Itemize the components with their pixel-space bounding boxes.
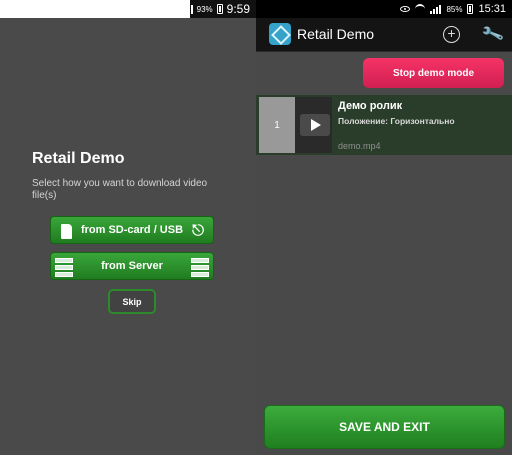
status-time: 15:31 xyxy=(478,3,506,15)
from-server-button[interactable]: from Server xyxy=(50,252,214,280)
play-icon[interactable] xyxy=(300,114,330,136)
video-filename: demo.mp4 xyxy=(338,141,381,151)
signal-icon xyxy=(430,4,442,14)
app-title: Retail Demo xyxy=(297,26,375,42)
app-bar: Retail Demo + 🔧 xyxy=(256,18,512,52)
save-and-exit-button[interactable]: SAVE AND EXIT xyxy=(264,405,505,449)
battery-percent: 93% xyxy=(196,4,213,14)
video-list-item[interactable]: 1 Демо ролик Положение: Горизонтально de… xyxy=(256,95,512,155)
signal-icon xyxy=(181,4,193,14)
app-logo-icon xyxy=(269,23,291,45)
add-icon[interactable]: + xyxy=(443,26,460,43)
battery-percent: 85% xyxy=(446,4,463,14)
eye-icon xyxy=(400,6,411,12)
status-time: 9:59 xyxy=(226,2,250,16)
from-server-label: from Server xyxy=(101,260,163,272)
video-title: Демо ролик xyxy=(338,100,403,112)
from-sd-usb-button[interactable]: from SD-card / USB ⎋ xyxy=(50,216,214,244)
page-title: Retail Demo xyxy=(32,150,125,167)
sd-card-icon xyxy=(57,221,75,241)
server-icon xyxy=(191,257,209,277)
battery-icon xyxy=(467,4,474,14)
right-screen: 85% 15:31 Retail Demo + 🔧 Stop demo mode… xyxy=(256,0,512,455)
status-bar: 85% 15:31 xyxy=(256,0,512,18)
stop-demo-mode-button[interactable]: Stop demo mode xyxy=(363,58,504,88)
video-orientation: Положение: Горизонтально xyxy=(338,116,455,126)
video-index: 1 xyxy=(259,97,295,153)
status-bar: 93% 9:59 xyxy=(0,0,256,18)
server-icon xyxy=(55,257,73,277)
skip-button[interactable]: Skip xyxy=(108,289,156,314)
wrench-icon[interactable]: 🔧 xyxy=(479,22,507,48)
page-subtitle: Select how you want to download video fi… xyxy=(32,178,208,201)
usb-icon: ⎋ xyxy=(192,222,204,239)
left-screen: 93% 9:59 Retail Demo Select how you want… xyxy=(0,0,256,455)
wifi-icon xyxy=(415,4,426,14)
from-sd-usb-label: from SD-card / USB xyxy=(80,224,184,236)
battery-icon xyxy=(216,4,223,14)
